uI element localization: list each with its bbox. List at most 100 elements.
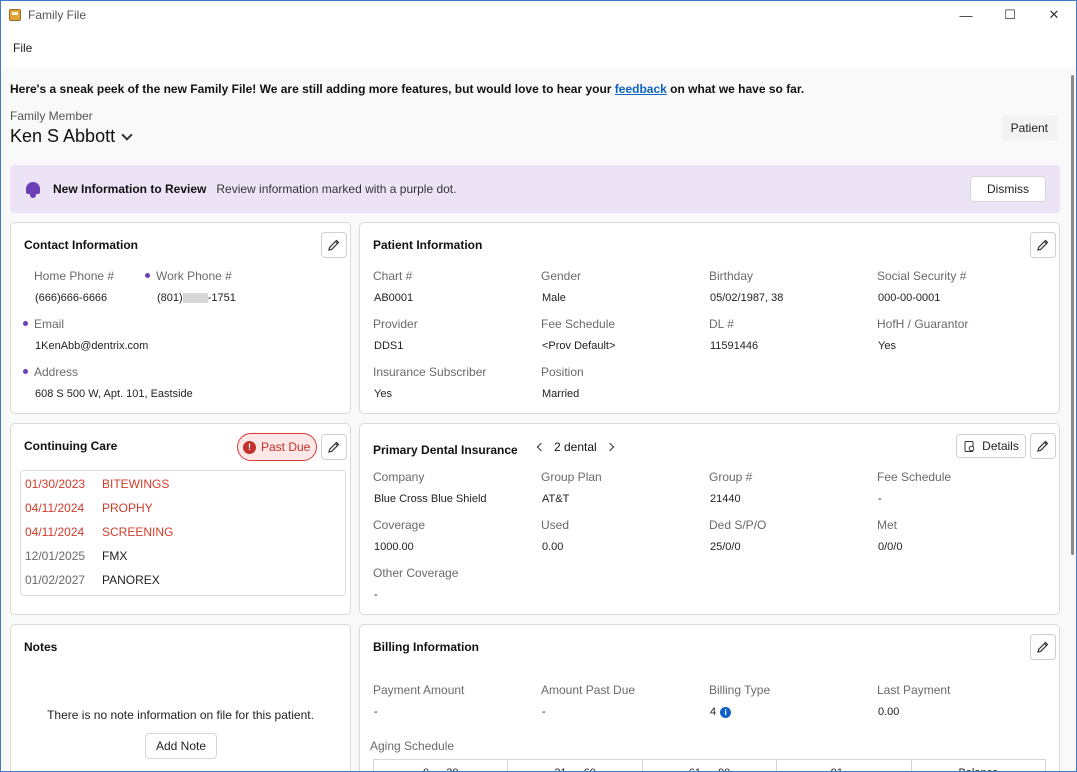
add-note-button[interactable]: Add Note [145,733,217,759]
aging-col-balance: Balance [912,760,1045,771]
notes-card: Notes There is no note information on fi… [10,624,351,771]
list-item[interactable]: 12/01/2025 FMX [25,549,127,563]
position-value: Married [542,388,580,400]
window-title: Family File [28,8,87,22]
aging-schedule-table: 0 → 30 31 → 60 61 → 90 91 → Balance [373,759,1046,771]
review-title: New Information to Review [53,182,207,196]
payment-amount-value: - [374,706,378,718]
home-phone-value: (666)666-6666 [35,292,108,304]
app-icon [9,9,21,21]
billing-title: Billing Information [373,640,479,654]
care-date: 01/30/2023 [25,477,86,491]
edit-billing-button[interactable] [1030,634,1056,660]
menu-bar: File [1,29,1076,67]
details-label: Details [982,439,1019,453]
care-date: 01/02/2027 [25,573,86,587]
dismiss-button[interactable]: Dismiss [970,176,1046,202]
care-type: PANOREX [102,573,160,587]
subscriber-value: Yes [374,388,392,400]
used-value: 0.00 [542,541,564,553]
chevron-right-icon[interactable] [605,442,614,452]
banner-text-before: Here's a sneak peek of the new Family Fi… [10,82,615,96]
review-notification: New Information to Review Review informa… [10,165,1060,213]
home-phone-label: Home Phone # [34,269,115,283]
birthday-label: Birthday [709,269,754,283]
edit-contact-button[interactable] [321,232,347,258]
email-value: 1KenAbb@dentrix.com [35,340,149,352]
feedback-link[interactable]: feedback [615,82,667,96]
used-label: Used [541,518,570,532]
close-icon[interactable]: ✕ [1032,1,1076,29]
patient-information-card: Patient Information Chart # AB0001 Gende… [359,222,1060,414]
position-label: Position [541,365,584,379]
met-value: 0/0/0 [878,541,903,553]
family-member-label: Family Member [10,109,93,123]
billing-type-value-wrap: 4i [710,706,732,718]
patient-role-badge: Patient [1001,115,1057,141]
minimize-icon[interactable]: — [944,1,988,29]
changed-dot [23,369,28,375]
alert-icon: ! [243,440,256,454]
family-member-selector[interactable]: Ken S Abbott [10,126,133,147]
ssn-value: 000-00-0001 [878,292,941,304]
amount-past-due-value: - [542,706,546,718]
care-type: SCREENING [102,525,174,539]
guarantor-value: Yes [878,340,896,352]
chevron-down-icon [121,128,133,141]
maximize-icon[interactable]: ☐ [988,1,1032,29]
gender-label: Gender [541,269,582,283]
document-icon [964,440,975,452]
preview-banner: Here's a sneak peek of the new Family Fi… [10,82,804,96]
pencil-icon [1037,239,1049,251]
window-controls: — ☐ ✕ [944,1,1076,29]
edit-insurance-button[interactable] [1030,433,1056,459]
work-phone-value: (801) -1751 [157,292,236,304]
past-due-text: Past Due [261,440,311,454]
last-payment-label: Last Payment [877,683,951,697]
list-item[interactable]: 04/11/2024 SCREENING [25,525,173,539]
email-label-wrap: Email [23,317,64,331]
main-content: Here's a sneak peek of the new Family Fi… [1,67,1068,771]
work-phone-prefix: (801) [157,292,183,304]
info-icon[interactable]: i [720,706,732,718]
company-label: Company [373,470,425,484]
aging-schedule-label: Aging Schedule [370,739,455,753]
chart-value: AB0001 [374,292,414,304]
coverage-value: 1000.00 [374,541,414,553]
edit-patient-button[interactable] [1030,232,1056,258]
edit-continuing-care-button[interactable] [321,434,347,460]
scrollbar-thumb[interactable] [1071,75,1074,555]
list-item[interactable]: 01/02/2027 PANOREX [25,573,160,587]
menu-file[interactable]: File [13,41,32,55]
list-item[interactable]: 01/30/2023 BITEWINGS [25,477,169,491]
fee-schedule-value: <Prov Default> [542,340,616,352]
provider-value: DDS1 [374,340,404,352]
group-number-value: 21440 [710,493,741,505]
insurance-title: Primary Dental Insurance [373,443,518,457]
group-plan-label: Group Plan [541,470,602,484]
details-button[interactable]: Details [956,434,1026,458]
vertical-scrollbar[interactable] [1068,67,1076,771]
birthday-value: 05/02/1987, 38 [710,292,784,304]
group-number-label: Group # [709,470,753,484]
contact-information-card: Contact Information Home Phone # (666)66… [10,222,351,414]
family-member-name: Ken S Abbott [10,126,116,146]
deductible-label: Ded S/P/O [709,518,767,532]
notes-title: Notes [24,640,58,654]
patient-card-title: Patient Information [373,238,483,252]
dl-value: 11591446 [710,340,759,352]
fee-schedule-label: Fee Schedule [541,317,616,331]
bell-icon [24,180,42,198]
banner-text-after: on what we have so far. [666,82,805,96]
email-label: Email [34,317,65,331]
company-value: Blue Cross Blue Shield [374,493,487,505]
address-value: 608 S 500 W, Apt. 101, Eastside [35,388,193,400]
chevron-left-icon[interactable] [536,442,546,452]
ssn-label: Social Security # [877,269,967,283]
other-coverage-value: - [374,589,378,601]
changed-dot [145,273,150,279]
list-item[interactable]: 04/11/2024 PROPHY [25,501,153,515]
gender-value: Male [542,292,566,304]
subscriber-label: Insurance Subscriber [373,365,487,379]
pencil-icon [328,441,340,453]
